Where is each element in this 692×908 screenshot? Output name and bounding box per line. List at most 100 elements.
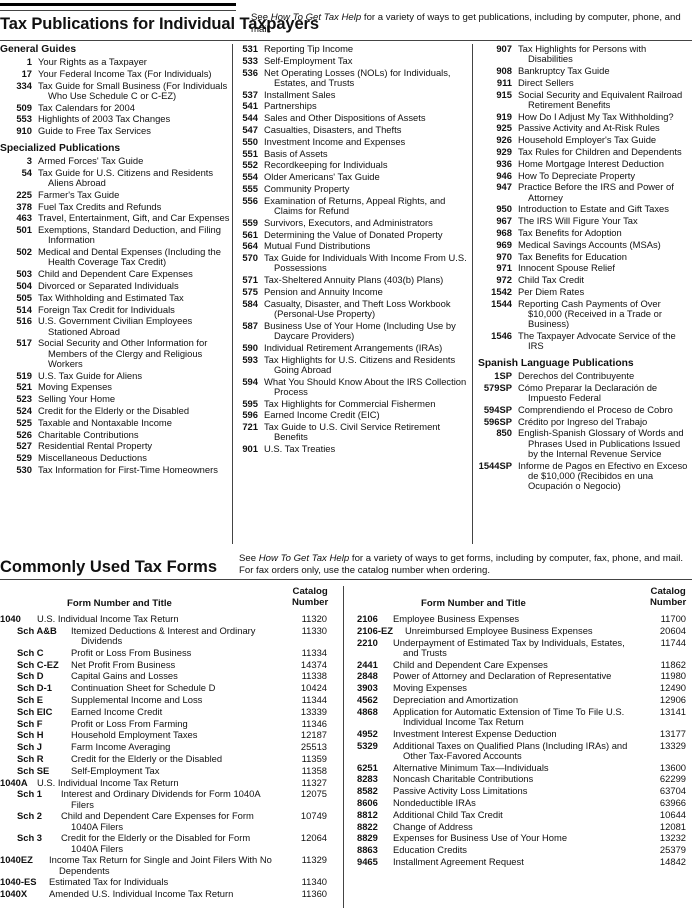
form-title: Continuation Sheet for Schedule D	[71, 682, 216, 694]
publication-item: 595 Tax Highlights for Commercial Fisherm…	[238, 397, 468, 409]
publication-title: Tax Withholding and Estimated Tax	[38, 291, 184, 303]
publication-number: 970	[496, 250, 512, 262]
publication-number: 531	[242, 43, 258, 54]
publication-item: 968 Tax Benefits for Adoption	[478, 227, 692, 238]
publication-title: Survivors, Executors, and Administrators	[264, 216, 433, 228]
publication-title: Comprendiendo el Proceso de Cobro	[518, 403, 673, 415]
catalog-number: 12064	[300, 832, 327, 844]
publication-number: 536	[242, 66, 258, 78]
catalog-number: 62299	[659, 773, 686, 785]
publication-title: Innocent Spouse Relief	[518, 262, 615, 274]
publication-title: English-Spanish Glossary of Words and Ph…	[518, 427, 684, 459]
catalog-number: 63966	[659, 796, 686, 808]
catalog-header-line: Number	[650, 597, 687, 608]
publication-title: Tax-Sheltered Annuity Plans (403(b) Plan…	[264, 274, 444, 286]
publication-number: 517	[16, 337, 32, 349]
column-divider	[232, 44, 233, 544]
form-title: Amended U.S. Individual Income Tax Retur…	[49, 888, 234, 900]
form-number: Sch 2	[17, 810, 43, 822]
publication-number: 537	[242, 88, 258, 100]
form-title: U.S. Individual Income Tax Return	[37, 613, 179, 624]
publication-title: Passive Activity and At-Risk Rules	[518, 122, 660, 134]
catalog-number: 13329	[659, 739, 686, 751]
form-title: Expenses for Business Use of Your Home	[393, 832, 568, 844]
publication-item: 1 Your Rights as a Taxpayer	[0, 56, 232, 67]
how-to-get-tax-help-reference: How To Get Tax Help	[270, 12, 362, 23]
form-row: 8582 Passive Activity Loss Limitations 637…	[357, 785, 686, 797]
publication-number: 544	[242, 112, 258, 124]
publication-number: 505	[16, 291, 32, 303]
form-title-header: Form Number and Title	[67, 598, 172, 609]
publication-item: 550 Investment Income and Expenses	[238, 136, 468, 147]
publication-title: Selling Your Home	[38, 393, 116, 405]
publication-item: 1544SP Informe de Pagos en Efectivo en Ex…	[478, 460, 692, 492]
form-row: 2848 Power of Attorney and Declaration of…	[357, 671, 686, 681]
form-row: Sch C-EZ Net Profit From Business 14374	[0, 659, 327, 670]
form-title: Self-Employment Tax	[71, 764, 160, 776]
publication-title: Earned Income Credit (EIC)	[264, 409, 380, 421]
form-title: Noncash Charitable Contributions	[393, 773, 534, 785]
publication-number: 334	[16, 79, 32, 91]
publication-number: 936	[496, 157, 512, 169]
publication-number: 514	[16, 303, 32, 315]
publication-title: Older Americans' Tax Guide	[264, 171, 380, 183]
publication-number: 594	[242, 375, 258, 387]
form-row: Sch F Profit or Loss From Farming 11346	[0, 717, 327, 729]
publication-item: 721 Tax Guide to U.S. Civil Service Retir…	[238, 421, 468, 442]
form-title: Interest and Ordinary Dividends for Form…	[61, 788, 261, 810]
form-number: 8582	[357, 785, 378, 797]
form-title: Passive Activity Loss Limitations	[393, 785, 528, 797]
publication-number: 908	[496, 65, 512, 76]
form-title: Application for Automatic Extension of T…	[393, 705, 625, 727]
publications-column-2: 531 Reporting Tip Income 533 Self-Employmen…	[238, 43, 468, 456]
publication-number: 596SP	[483, 415, 512, 427]
form-number: 8812	[357, 808, 378, 820]
catalog-number: 12490	[659, 682, 686, 694]
publication-number: 1	[26, 56, 32, 67]
publication-title: How Do I Adjust My Tax Withholding?	[518, 110, 674, 122]
publication-item: 950 Introduction to Estate and Gift Taxes	[478, 204, 692, 214]
publication-title: Basis of Assets	[264, 147, 328, 159]
publication-item: 501 Exemptions, Standard Deduction, and F…	[0, 224, 232, 245]
publication-item: 504 Divorced or Separated Individuals	[0, 280, 232, 291]
publication-item: 551 Basis of Assets	[238, 147, 468, 159]
catalog-number: 10749	[300, 810, 327, 822]
publication-number: 519	[16, 369, 32, 381]
publication-title: Reporting Cash Payments of Over $10,000 …	[518, 297, 662, 330]
publication-number: 553	[16, 113, 32, 125]
publication-title: Tax Highlights for Commercial Fishermen	[264, 397, 436, 409]
form-row: 4952 Investment Interest Expense Deductio…	[357, 728, 686, 739]
publication-number: 54	[21, 166, 32, 178]
form-title: Unreimbursed Employee Business Expenses	[405, 624, 593, 636]
publication-title: Reporting Tip Income	[264, 43, 354, 54]
catalog-number: 14842	[659, 855, 686, 867]
form-row: 1040X Amended U.S. Individual Income Tax …	[0, 888, 327, 900]
form-row: 6251 Alternative Minimum Tax—Individuals 1…	[357, 762, 686, 773]
specialized-publications-heading: Specialized Publications	[0, 142, 121, 154]
publication-title: Moving Expenses	[38, 381, 112, 393]
publication-item: 526 Charitable Contributions	[0, 429, 232, 440]
publication-number: 559	[242, 216, 258, 228]
publication-item: 926 Household Employer's Tax Guide	[478, 134, 692, 145]
publication-title: Child and Dependent Care Expenses	[38, 268, 193, 280]
publication-title: Pension and Annuity Income	[264, 285, 383, 297]
publication-number: 17	[21, 67, 32, 79]
how-to-get-tax-help-reference: How To Get Tax Help	[258, 553, 350, 564]
form-number: 2441	[357, 658, 378, 670]
catalog-number: 10644	[659, 808, 686, 820]
form-number: Sch F	[17, 717, 43, 729]
form-row: 5329 Additional Taxes on Qualified Plans …	[357, 739, 686, 761]
publication-item: 505 Tax Withholding and Estimated Tax	[0, 291, 232, 303]
publication-item: 575 Pension and Annuity Income	[238, 285, 468, 297]
publication-title: The IRS Will Figure Your Tax	[518, 215, 638, 227]
form-number: 8822	[357, 820, 378, 832]
publication-title: Cómo Preparar la Declaración de Impuesto…	[518, 381, 658, 403]
publication-title: Home Mortgage Interest Deduction	[518, 157, 664, 169]
spanish-publications-list: 1SP Derechos del Contribuyente 579SP Cómo P…	[478, 370, 692, 492]
publication-item: 559 Survivors, Executors, and Administrat…	[238, 216, 468, 228]
form-title: Child and Dependent Care Expenses	[393, 658, 548, 670]
publication-title: Armed Forces' Tax Guide	[38, 154, 144, 166]
publication-number: 907	[496, 43, 512, 54]
form-number: 8829	[357, 832, 378, 844]
publication-number: 571	[242, 274, 258, 286]
